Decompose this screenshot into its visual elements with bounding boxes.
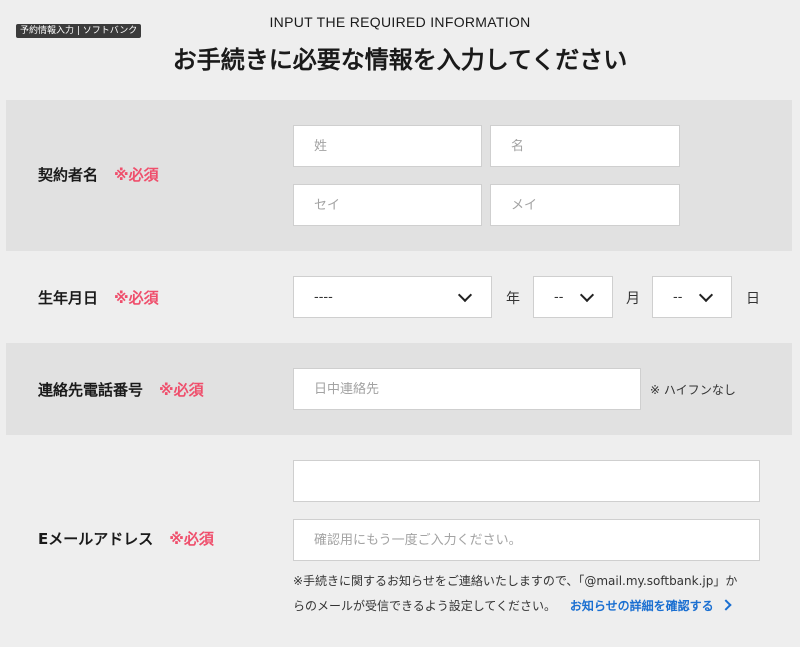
email-note-line2-group: らのメールが受信できるよう設定してください。 お知らせの詳細を確認する [293,597,732,614]
required-badge: ※必須 [159,381,204,399]
phone-label: 連絡先電話番号 [38,381,144,399]
email-label: Eメールアドレス [38,530,154,548]
section-eyebrow: INPUT THE REQUIRED INFORMATION [269,14,531,30]
first-name-kana-input[interactable] [511,197,679,213]
birth-month-value: -- [554,289,564,305]
day-unit: 日 [746,291,760,307]
first-name-input[interactable] [511,138,679,154]
birthdate-row: 生年月日 ※必須 ---- 年 -- 月 -- 日 [6,251,792,343]
contract-name-label-group: 契約者名 ※必須 [38,164,159,185]
notification-details-link-text[interactable]: お知らせの詳細を確認する [570,599,714,613]
month-unit: 月 [626,291,640,307]
year-unit: 年 [506,291,520,307]
last-name-kana-input[interactable] [314,197,481,213]
email-confirm-input[interactable] [314,532,759,548]
email-confirm-field[interactable] [293,519,760,561]
birth-day-select[interactable]: -- [652,276,732,318]
phone-field[interactable] [293,368,641,410]
email-note-line1: ※手続きに関するお知らせをご連絡いたしますので、「@mail.my.softba… [293,574,738,588]
page-title: お手続きに必要な情報を入力してください [172,46,628,74]
email-note-line2: らのメールが受信できるよう設定してください。 [293,599,557,613]
birth-year-select[interactable]: ---- [293,276,492,318]
birth-month-select[interactable]: -- [533,276,613,318]
last-name-kana-field[interactable] [293,184,482,226]
required-badge: ※必須 [114,289,159,307]
required-badge: ※必須 [114,166,159,184]
birthdate-label-group: 生年月日 ※必須 [38,287,159,308]
phone-note: ※ ハイフンなし [650,383,736,397]
first-name-field[interactable] [490,125,680,167]
birth-year-value: ---- [314,289,333,305]
email-label-group: Eメールアドレス ※必須 [38,528,214,549]
required-badge: ※必須 [169,530,214,548]
contract-name-label: 契約者名 [38,166,99,184]
phone-label-group: 連絡先電話番号 ※必須 [38,379,204,400]
last-name-input[interactable] [314,138,481,154]
notification-details-link[interactable]: お知らせの詳細を確認する [570,599,732,613]
phone-input[interactable] [314,381,640,397]
chevron-down-icon [579,287,595,303]
last-name-field[interactable] [293,125,482,167]
chevron-right-icon [719,599,732,611]
chevron-down-icon [457,287,473,303]
contract-name-row: 契約者名 ※必須 [6,100,792,251]
first-name-kana-field[interactable] [490,184,680,226]
email-input[interactable] [314,473,759,489]
email-row: Eメールアドレス ※必須 ※手続きに関するお知らせをご連絡いたしますので、「@ma… [6,435,792,647]
page-header: INPUT THE REQUIRED INFORMATION お手続きに必要な情… [0,0,800,100]
birthdate-label: 生年月日 [38,289,99,307]
birth-day-value: -- [673,289,683,305]
email-field[interactable] [293,460,760,502]
chevron-down-icon [698,287,714,303]
phone-row: 連絡先電話番号 ※必須 ※ ハイフンなし [6,343,792,435]
